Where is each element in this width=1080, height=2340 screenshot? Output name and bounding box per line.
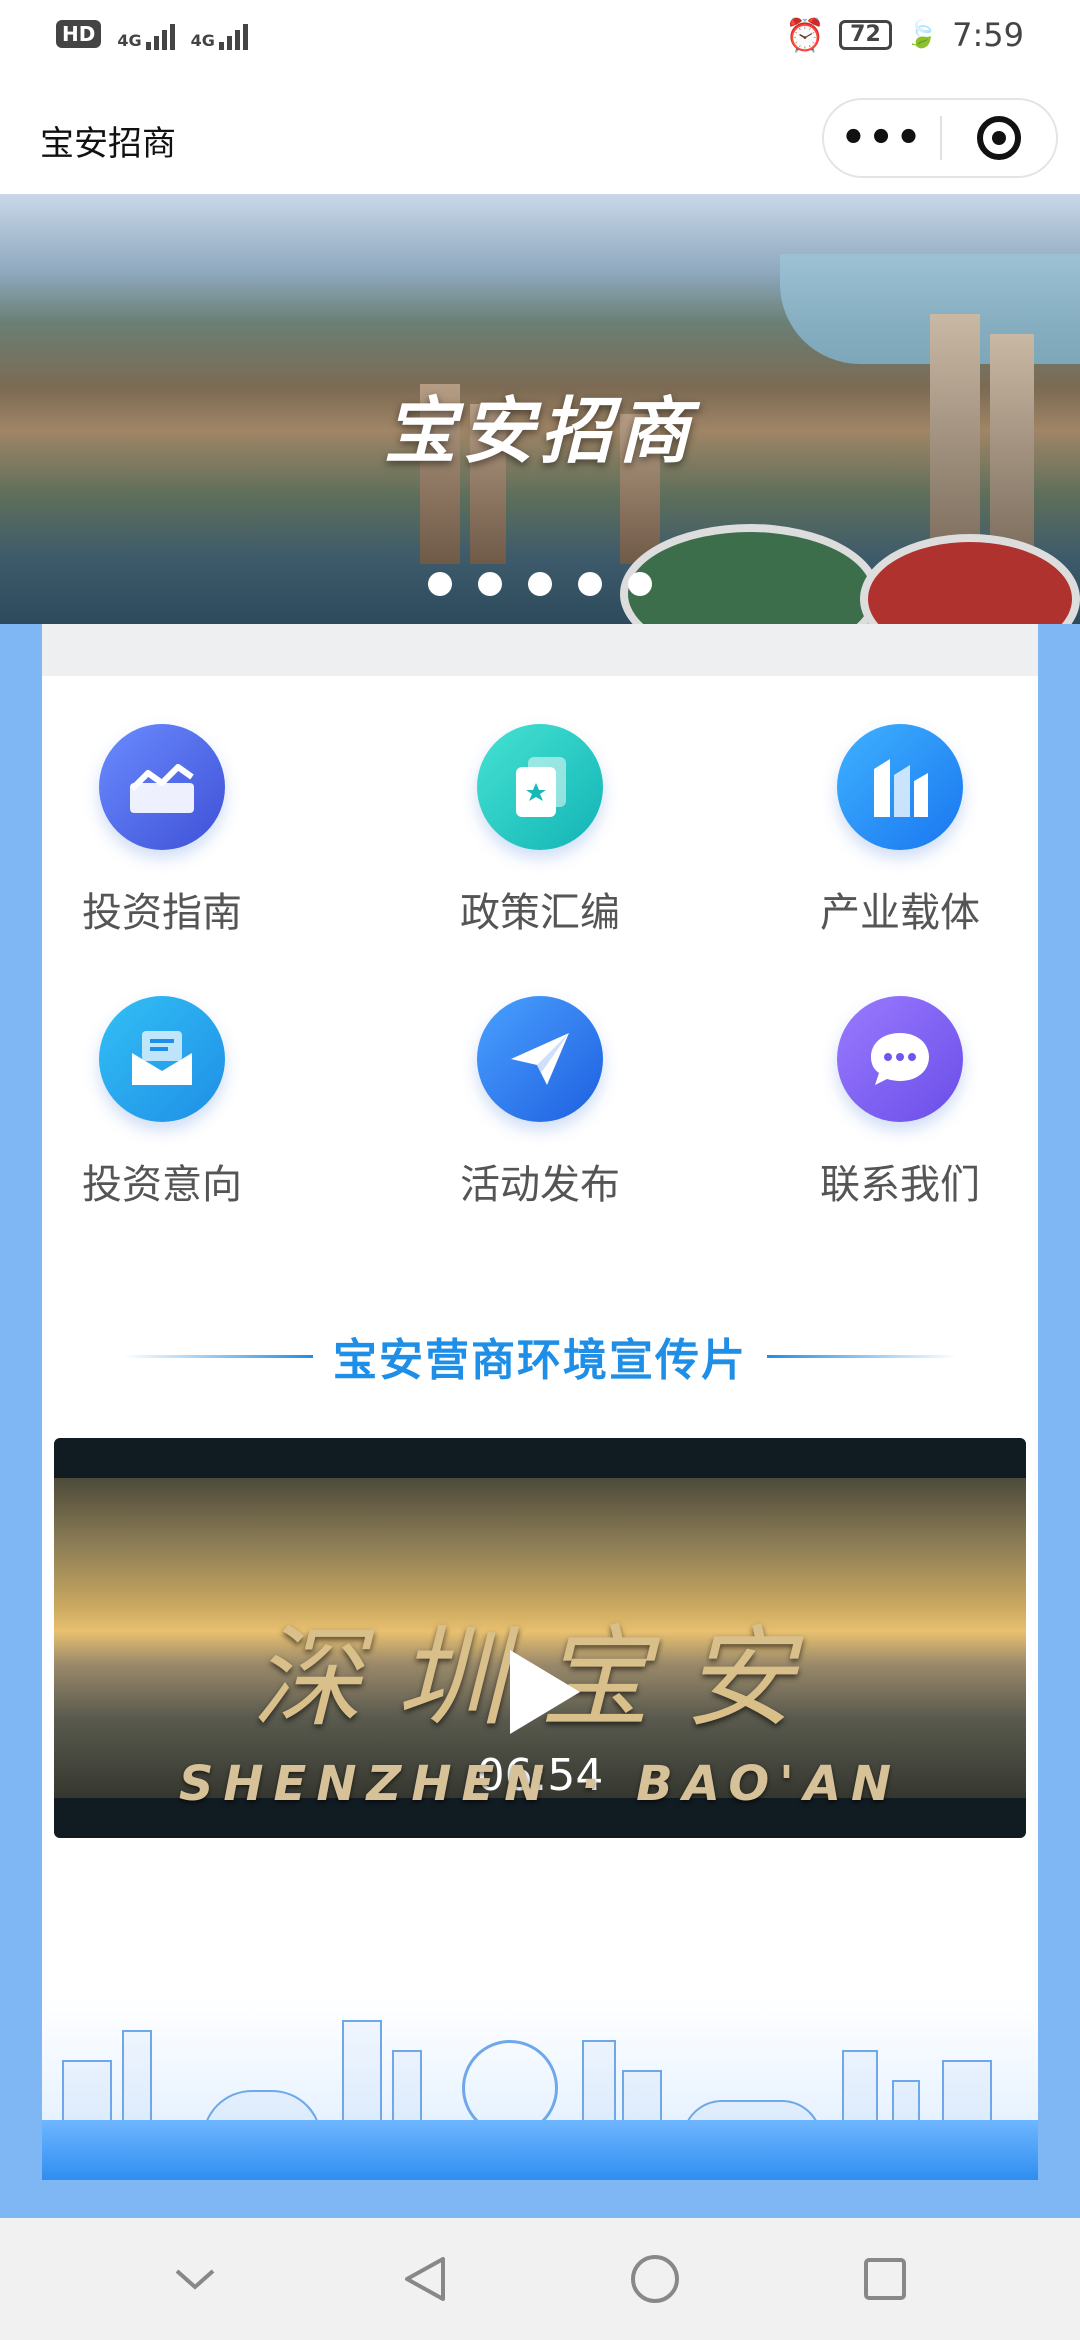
menu-item-event-release[interactable]: 活动发布	[420, 996, 660, 1210]
leaf-icon: 🍃	[905, 20, 939, 50]
star-card-icon	[477, 724, 603, 850]
section-title: 宝安营商环境宣传片	[42, 1324, 1038, 1388]
alarm-icon: ⏰	[785, 16, 826, 54]
buildings-icon	[837, 724, 963, 850]
envelope-icon	[99, 996, 225, 1122]
recents-square-icon[interactable]	[855, 2249, 915, 2309]
hd-icon: HD	[56, 20, 102, 48]
chat-bubble-icon	[837, 996, 963, 1122]
signal-sim1: 4G	[117, 18, 175, 50]
chart-icon	[99, 724, 225, 850]
carousel-dot[interactable]	[578, 572, 602, 596]
carousel-dot[interactable]	[478, 572, 502, 596]
carousel-dot[interactable]	[528, 572, 552, 596]
skyline-wave	[42, 2120, 1038, 2180]
main-card: 投资指南 政策汇编 产业载体 投资意向 活动发布 联系我们 宝安营商环境宣传片 …	[42, 624, 1038, 2180]
menu-label: 产业载体	[820, 890, 980, 936]
menu-item-policy-compilation[interactable]: 政策汇编	[420, 724, 660, 938]
battery-icon: 72	[839, 20, 892, 50]
more-icon[interactable]: •••	[824, 115, 940, 161]
menu-item-contact-us[interactable]: 联系我们	[780, 996, 1020, 1210]
skyline-illustration	[42, 1998, 1038, 2180]
menu-label: 投资意向	[82, 1162, 242, 1208]
banner-headline: 宝安招商	[383, 389, 696, 473]
system-nav-bar	[0, 2218, 1080, 2340]
banner-carousel[interactable]: 宝安招商	[0, 194, 1080, 624]
close-target-icon	[976, 116, 1021, 160]
signal-sim2: 4G	[191, 18, 248, 50]
clock-time: 7:59	[952, 16, 1024, 54]
paper-plane-icon	[477, 996, 603, 1122]
carousel-dot[interactable]	[628, 572, 652, 596]
nav-bar: 宝安招商 •••	[0, 72, 1080, 194]
menu-label: 联系我们	[820, 1162, 980, 1208]
section-title-text: 宝安营商环境宣传片	[333, 1335, 747, 1386]
carousel-dots	[0, 572, 1080, 596]
title-divider-right	[767, 1354, 957, 1358]
menu-label: 政策汇编	[460, 890, 620, 936]
signal-icon	[218, 18, 248, 50]
menu-item-investment-guide[interactable]: 投资指南	[42, 724, 282, 938]
home-circle-icon[interactable]	[625, 2249, 685, 2309]
close-button[interactable]	[942, 116, 1056, 160]
menu-item-industry-carrier[interactable]: 产业载体	[780, 724, 1020, 938]
video-title-en: SHENZHEN · BAO'AN	[178, 1756, 902, 1812]
back-triangle-icon[interactable]	[395, 2249, 455, 2309]
page-title: 宝安招商	[40, 124, 176, 164]
play-icon[interactable]	[510, 1650, 580, 1734]
menu-label: 投资指南	[82, 890, 242, 936]
card-top-strip	[42, 624, 1038, 676]
title-divider-left	[123, 1354, 313, 1358]
capsule-menu: •••	[822, 98, 1058, 178]
status-bar: HD 4G 4G ⏰ 72 🍃 7:59	[0, 0, 1080, 72]
carousel-dot[interactable]	[428, 572, 452, 596]
signal-icon	[145, 18, 175, 50]
chevron-down-icon[interactable]	[165, 2249, 225, 2309]
video-player[interactable]: 深圳宝安 06:54 SHENZHEN · BAO'AN	[54, 1438, 1026, 1838]
menu-item-investment-intention[interactable]: 投资意向	[42, 996, 282, 1210]
menu-label: 活动发布	[460, 1162, 620, 1208]
